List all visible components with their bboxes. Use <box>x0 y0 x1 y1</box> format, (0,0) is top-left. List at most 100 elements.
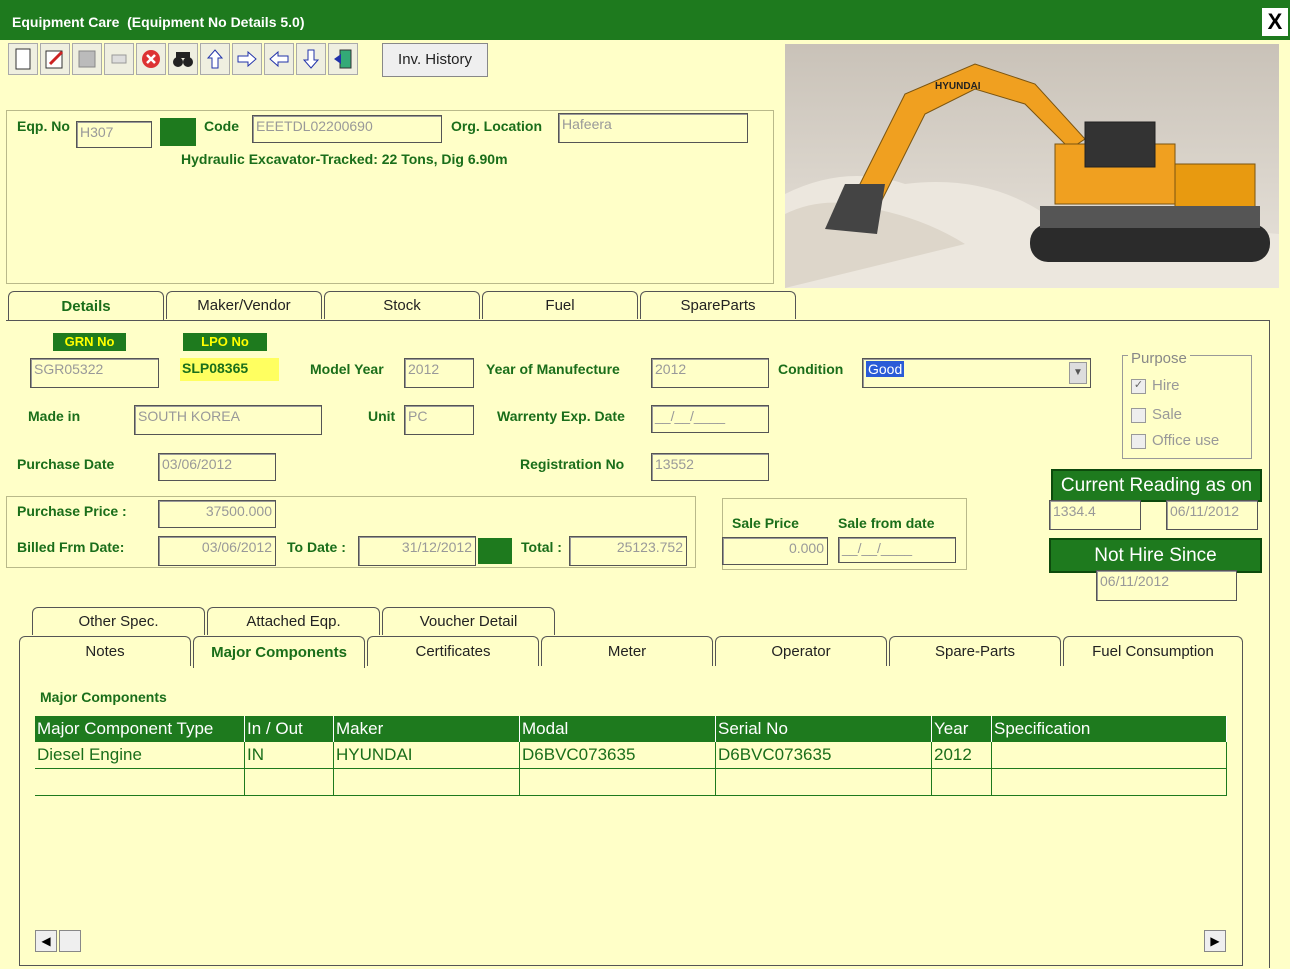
arrow-right-icon[interactable] <box>232 43 262 75</box>
registration-field[interactable]: 13552 <box>651 453 769 481</box>
arrow-up-icon[interactable] <box>200 43 230 75</box>
tab-fuel[interactable]: Fuel <box>482 291 638 319</box>
total-field[interactable]: 25123.752 <box>569 536 687 566</box>
current-reading-date[interactable]: 06/11/2012 <box>1166 500 1258 530</box>
col-year[interactable]: Year <box>931 716 992 742</box>
edit-icon[interactable] <box>40 43 70 75</box>
eqp-no-field[interactable]: H307 <box>76 121 152 148</box>
tab-spare-parts[interactable]: Spare-Parts <box>889 636 1061 666</box>
equipment-description: Hydraulic Excavator-Tracked: 22 Tons, Di… <box>181 151 508 167</box>
cell-empty[interactable] <box>333 768 520 796</box>
new-doc-icon[interactable] <box>8 43 38 75</box>
sale-from-label: Sale from date <box>838 515 935 531</box>
warranty-field[interactable]: __/__/____ <box>651 405 769 433</box>
exit-door-icon[interactable] <box>328 43 358 75</box>
tab-other-spec[interactable]: Other Spec. <box>32 607 205 635</box>
tab-stock[interactable]: Stock <box>324 291 480 319</box>
cell-specification[interactable] <box>991 742 1227 769</box>
col-maker[interactable]: Maker <box>333 716 520 742</box>
not-hire-since-button[interactable]: Not Hire Since <box>1049 538 1262 573</box>
tab-certificates[interactable]: Certificates <box>367 636 539 666</box>
code-field[interactable]: EEETDL02200690 <box>252 115 442 143</box>
condition-value: Good <box>866 361 905 377</box>
purchase-date-field[interactable]: 03/06/2012 <box>158 453 276 481</box>
tab-notes[interactable]: Notes <box>19 636 191 666</box>
cell-empty[interactable] <box>35 768 245 796</box>
tab-voucher-detail[interactable]: Voucher Detail <box>382 607 555 635</box>
purpose-hire-option[interactable]: ✓ Hire <box>1131 377 1180 394</box>
office-checkbox[interactable] <box>1131 433 1146 449</box>
unit-label: Unit <box>368 408 396 424</box>
sale-checkbox[interactable] <box>1131 407 1146 423</box>
tab-maker-vendor[interactable]: Maker/Vendor <box>166 291 322 319</box>
current-reading-button[interactable]: Current Reading as on <box>1051 469 1262 502</box>
col-modal[interactable]: Modal <box>519 716 716 742</box>
table-row[interactable]: Diesel Engine IN HYUNDAI D6BVC073635 D6B… <box>35 742 1227 769</box>
table-row-empty[interactable] <box>35 768 1227 796</box>
scroll-left-icon[interactable]: ◀ <box>35 930 57 952</box>
total-label: Total : <box>521 539 562 555</box>
scroll-right-icon[interactable]: ▶ <box>1204 930 1226 952</box>
inv-history-button[interactable]: Inv. History <box>382 43 488 77</box>
purpose-legend: Purpose <box>1128 350 1190 367</box>
cell-empty[interactable] <box>519 768 716 796</box>
org-location-field[interactable]: Hafeera <box>558 113 748 143</box>
arrow-left-icon[interactable] <box>264 43 294 75</box>
col-serial-no[interactable]: Serial No <box>715 716 932 742</box>
col-component-type[interactable]: Major Component Type <box>35 716 245 742</box>
purpose-office-option[interactable]: Office use <box>1131 432 1219 449</box>
cell-in-out[interactable]: IN <box>244 742 334 769</box>
office-label: Office use <box>1152 432 1220 449</box>
eqp-color-swatch[interactable] <box>160 118 196 146</box>
to-date-color-swatch[interactable] <box>478 538 512 564</box>
cell-maker[interactable]: HYUNDAI <box>333 742 520 769</box>
tab-operator[interactable]: Operator <box>715 636 887 666</box>
not-hire-since-date[interactable]: 06/11/2012 <box>1096 570 1237 601</box>
sale-from-field[interactable]: __/__/____ <box>838 537 956 563</box>
sale-price-field[interactable]: 0.000 <box>722 537 828 565</box>
window-title: Equipment Care (Equipment No Details 5.0… <box>12 14 305 30</box>
col-in-out[interactable]: In / Out <box>244 716 334 742</box>
purchase-date-label: Purchase Date <box>17 456 115 472</box>
cell-serial-no[interactable]: D6BVC073635 <box>715 742 932 769</box>
search-binoculars-icon[interactable] <box>168 43 198 75</box>
current-reading-value[interactable]: 1334.4 <box>1049 500 1141 530</box>
save-icon[interactable] <box>72 43 102 75</box>
cell-empty[interactable] <box>931 768 992 796</box>
year-manufacture-field[interactable]: 2012 <box>651 358 769 388</box>
to-date-field[interactable]: 31/12/2012 <box>358 536 476 566</box>
col-specification[interactable]: Specification <box>991 716 1227 742</box>
cell-component-type[interactable]: Diesel Engine <box>35 742 245 769</box>
tab-major-components[interactable]: Major Components <box>193 636 365 668</box>
cell-modal[interactable]: D6BVC073635 <box>519 742 716 769</box>
grn-no-field[interactable]: SGR05322 <box>30 358 159 388</box>
unit-field[interactable]: PC <box>404 405 474 435</box>
delete-icon[interactable] <box>136 43 166 75</box>
tab-fuel-consumption[interactable]: Fuel Consumption <box>1063 636 1243 666</box>
photo-brand: HYUNDAI <box>935 81 981 92</box>
arrow-down-icon[interactable] <box>296 43 326 75</box>
purpose-sale-option[interactable]: Sale <box>1131 406 1182 423</box>
tab-spareparts[interactable]: SpareParts <box>640 291 796 319</box>
condition-select[interactable]: Good ▼ <box>862 358 1091 388</box>
billed-from-field[interactable]: 03/06/2012 <box>158 536 276 566</box>
made-in-label: Made in <box>28 408 81 424</box>
print-icon[interactable] <box>104 43 134 75</box>
hire-checkbox[interactable]: ✓ <box>1131 378 1146 394</box>
cell-empty[interactable] <box>715 768 932 796</box>
scrollbar-thumb[interactable] <box>59 930 81 952</box>
made-in-field[interactable]: SOUTH KOREA <box>134 405 322 435</box>
model-year-field[interactable]: 2012 <box>404 358 474 388</box>
sale-label: Sale <box>1152 406 1183 423</box>
tab-details[interactable]: Details <box>8 291 164 321</box>
close-button[interactable]: X <box>1262 8 1288 36</box>
purchase-price-field[interactable]: 37500.000 <box>158 500 276 528</box>
tab-attached-eqp[interactable]: Attached Eqp. <box>207 607 380 635</box>
tab-meter[interactable]: Meter <box>541 636 713 666</box>
cell-empty[interactable] <box>244 768 334 796</box>
cell-year[interactable]: 2012 <box>931 742 992 769</box>
warranty-label: Warrenty Exp. Date <box>497 408 625 424</box>
chevron-down-icon[interactable]: ▼ <box>1069 362 1087 384</box>
tab-divider <box>6 320 1270 321</box>
cell-empty[interactable] <box>991 768 1227 796</box>
